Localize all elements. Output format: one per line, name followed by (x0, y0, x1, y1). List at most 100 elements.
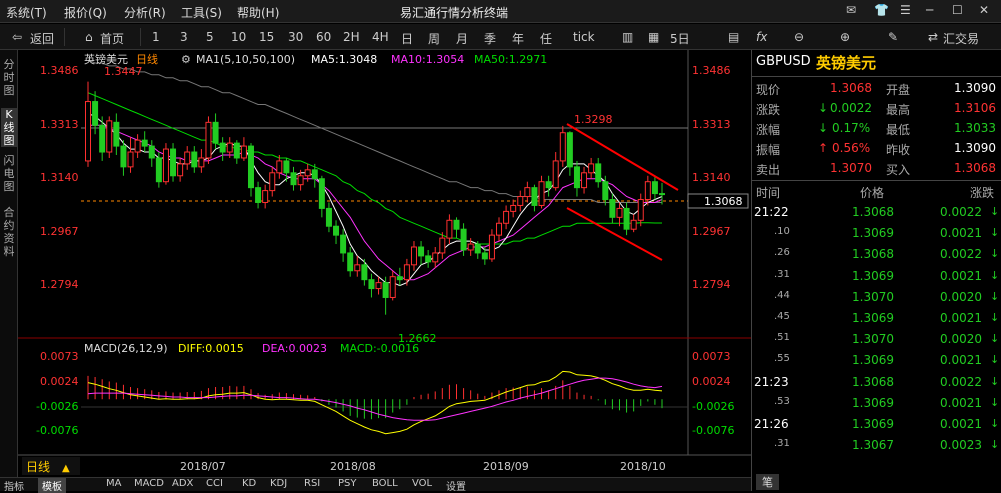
candle-down (233, 142, 240, 159)
tick-footer-tab[interactable]: 笔 (756, 474, 779, 490)
candle-up (488, 234, 495, 260)
close-icon[interactable]: ✕ (979, 3, 989, 17)
arrow-up-icon: ↑ (818, 141, 829, 155)
ma10-legend: MA10:1.3054 (391, 53, 464, 66)
tick-price: 1.3069 (852, 417, 894, 431)
candle-up (559, 132, 566, 162)
tick-row: .53 1.3069 0.0021 ↓ (752, 394, 1001, 414)
period-badge[interactable]: 日线 (26, 460, 50, 474)
minimize-icon[interactable]: ─ (926, 3, 933, 17)
tab-boll[interactable]: BOLL (372, 478, 398, 489)
tab-adx[interactable]: ADX (172, 478, 193, 489)
x-tick: 2018/08 (330, 460, 376, 473)
zoom-in-icon[interactable]: ⊕ (840, 30, 850, 44)
zoom-out-icon[interactable]: ⊖ (794, 30, 804, 44)
candle-up (205, 121, 212, 159)
macd-tick-right: -0.0076 (692, 424, 734, 437)
tick-row: 21:26 1.3069 0.0021 ↓ (752, 415, 1001, 435)
tick-time: 21:23 (754, 374, 789, 389)
candle-down (474, 243, 481, 254)
candle-up (85, 101, 91, 162)
candle-down (609, 199, 616, 218)
chart-svg[interactable]: 1.3068 英镑美元 日线 ⚙ MA1(5,10,50,100) MA5:1.… (0, 0, 751, 477)
tick-change: 0.0022 (940, 205, 982, 219)
pencil-icon[interactable]: ✎ (888, 30, 898, 44)
tick-row: .31 1.3067 0.0023 ↓ (752, 436, 1001, 456)
quote-name: 英镑美元 (816, 54, 877, 72)
tick-time: 21:22 (754, 205, 789, 219)
candle-down (396, 276, 403, 281)
candle-up (198, 157, 205, 168)
menu-icon[interactable]: ☰ (900, 3, 911, 17)
tab-macd[interactable]: MACD (134, 478, 164, 489)
candle-down (361, 264, 368, 281)
quote-divider (752, 76, 1001, 77)
label-amplitude: 振幅 (756, 143, 781, 157)
arrow-down-icon: ↓ (990, 226, 1000, 240)
instrument-name: 英镑美元 (84, 52, 128, 66)
tab-cci[interactable]: CCI (206, 478, 223, 489)
tab-vol[interactable]: VOL (412, 478, 432, 489)
tick-change: 0.0021 (940, 226, 982, 241)
x-tick: 2018/09 (483, 460, 529, 473)
candle-down (170, 148, 177, 177)
value-high: 1.3106 (954, 101, 996, 115)
quote-panel: GBPUSD 英镑美元 现价 1.3068 开盘 1.3090 涨跌 ↓ 0.0… (751, 50, 1001, 491)
candle-down (460, 228, 467, 251)
trade-button[interactable]: 汇交易 (943, 30, 979, 47)
settings-icon[interactable]: ⚙ (181, 53, 191, 66)
arrow-down-icon: ↓ (990, 417, 1000, 430)
mail-icon[interactable]: ✉ (846, 3, 856, 17)
tab-kdj[interactable]: KDJ (270, 478, 287, 489)
tab-rsi[interactable]: RSI (304, 478, 320, 489)
tick-change: 0.0021 (940, 311, 982, 325)
tick-price: 1.3069 (852, 353, 894, 368)
candle-up (538, 181, 545, 206)
label-low: 最低 (886, 123, 911, 137)
candle-up (127, 151, 134, 168)
candle-up (354, 264, 361, 272)
macd-tick-right: 0.0024 (692, 375, 731, 388)
candle-up (644, 181, 651, 201)
exchange-icon[interactable]: ⇄ (928, 30, 938, 44)
current-price-tag-text: 1.3068 (704, 195, 743, 208)
tick-change: 0.0022 (940, 374, 982, 389)
macd-tick-left: -0.0026 (36, 400, 78, 413)
maximize-icon[interactable]: ☐ (952, 3, 963, 17)
tab-kd[interactable]: KD (242, 478, 256, 489)
candle-up (524, 187, 531, 198)
arrow-down-icon: ↓ (990, 268, 1000, 282)
tick-change: 0.0023 (940, 438, 982, 453)
tab-ma[interactable]: MA (106, 478, 121, 489)
candle-down (382, 282, 389, 298)
formula-button[interactable]: fx (756, 30, 767, 44)
tick-price: 1.3070 (852, 289, 894, 304)
y-tick-right: 1.2794 (692, 278, 731, 291)
triangle-up-icon[interactable]: ▲ (62, 463, 70, 474)
candle-down (255, 187, 262, 203)
candle-down (651, 181, 658, 195)
tick-price: 1.3068 (852, 247, 894, 262)
tick-price: 1.3069 (852, 226, 894, 241)
candle-down (595, 163, 602, 183)
tick-change: 0.0020 (940, 289, 982, 304)
macd-tick-left: -0.0076 (36, 424, 78, 437)
tick-price: 1.3067 (852, 438, 894, 453)
tick-time: .53 (774, 395, 790, 407)
candle-down (191, 151, 198, 168)
arrow-down-icon: ↓ (990, 289, 1000, 303)
y-tick-left: 1.2967 (40, 225, 79, 238)
x-tick: 2018/07 (180, 460, 226, 473)
value-amplitude: 0.56% (832, 141, 871, 155)
tab-psy[interactable]: PSY (338, 478, 357, 489)
candle-down (325, 207, 332, 227)
candle-down (573, 166, 580, 189)
shirt-icon[interactable]: 👕 (874, 3, 889, 17)
tick-change: 0.0022 (940, 247, 982, 262)
indicator-tabs: 指标 模板 MA MACD ADX CCI KD KDJ RSI PSY BOL… (0, 477, 751, 493)
tick-time: .10 (774, 226, 790, 238)
arrow-down-icon: ↓ (818, 121, 829, 135)
candle-up (552, 160, 559, 189)
low-annotation: 1.2662 (398, 332, 437, 345)
ma5-legend: MA5:1.3048 (311, 53, 377, 66)
